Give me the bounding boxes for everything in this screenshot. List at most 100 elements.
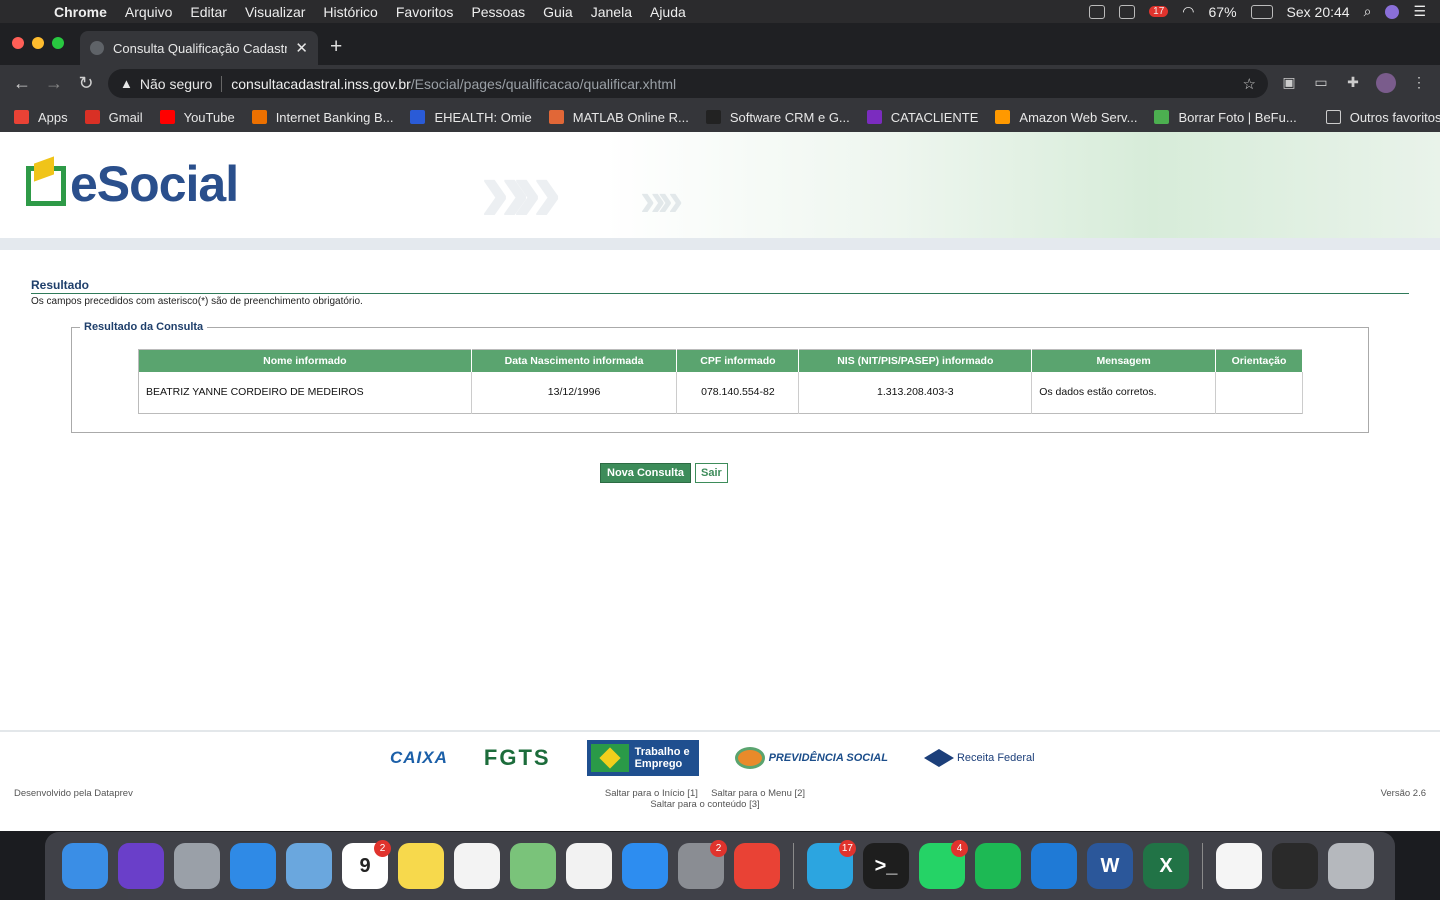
close-window-icon[interactable]: [12, 37, 24, 49]
url-path: /Esocial/pages/qualificacao/qualificar.x…: [410, 75, 677, 92]
cell-birthdate: 13/12/1996: [471, 371, 678, 414]
bookmark-item[interactable]: Software CRM e G...: [705, 110, 850, 125]
reload-icon[interactable]: ↻: [70, 73, 102, 94]
battery-percent[interactable]: 67%: [1209, 4, 1237, 20]
menu-view[interactable]: Visualizar: [236, 4, 314, 20]
macos-menu-bar: Chrome Arquivo Editar Visualizar Históri…: [0, 0, 1440, 23]
skip-content-link[interactable]: Saltar para o conteúdo [3]: [650, 799, 759, 810]
mte-logo[interactable]: Trabalho e Emprego: [586, 740, 699, 776]
dock-app-store-icon[interactable]: [617, 838, 673, 894]
esocial-logo-text: eSocial: [70, 156, 239, 212]
zoom-window-icon[interactable]: [52, 37, 64, 49]
menu-history[interactable]: Histórico: [314, 4, 386, 20]
menu-window[interactable]: Janela: [582, 4, 641, 20]
bookmark-item[interactable]: MATLAB Online R...: [548, 110, 689, 125]
bookmark-item[interactable]: Internet Banking B...: [251, 110, 393, 125]
creative-cloud-icon[interactable]: [1119, 4, 1136, 19]
dock-finder-icon[interactable]: [57, 838, 113, 894]
menu-people[interactable]: Pessoas: [462, 4, 534, 20]
address-bar[interactable]: ▲ Não seguro consultacadastral.inss.gov.…: [108, 69, 1268, 98]
folder-icon: [1325, 110, 1341, 124]
fgts-logo[interactable]: FGTS: [484, 745, 551, 771]
status-app-icon[interactable]: [1089, 4, 1106, 19]
cast-icon[interactable]: ▭: [1312, 74, 1330, 92]
brazil-flag-icon: [590, 744, 629, 772]
menu-tab[interactable]: Guia: [534, 4, 582, 20]
profile-avatar[interactable]: [1376, 73, 1396, 93]
bookmark-item[interactable]: EHEALTH: Omie: [410, 110, 532, 125]
dock-vscode-icon[interactable]: [1026, 838, 1082, 894]
dock-spotify-icon[interactable]: [970, 838, 1026, 894]
dock-app-icon: >_: [863, 843, 909, 889]
security-label[interactable]: Não seguro: [140, 76, 212, 92]
minimize-window-icon[interactable]: [32, 37, 44, 49]
spotlight-search-icon[interactable]: ⌕: [1364, 3, 1372, 20]
skip-start-link[interactable]: Saltar para o Início [1]: [605, 788, 698, 799]
wifi-icon[interactable]: ◠: [1182, 3, 1194, 20]
new-query-button[interactable]: Nova Consulta: [600, 463, 692, 483]
skip-links: Saltar para o Início [1] Saltar para o M…: [590, 788, 820, 810]
dock-pdf-document-icon[interactable]: [1211, 838, 1267, 894]
tab-close-icon[interactable]: ✕: [295, 39, 308, 57]
previdencia-logo[interactable]: PREVIDÊNCIA SOCIAL: [734, 747, 888, 769]
receita-federal-logo[interactable]: Receita Federal: [923, 749, 1035, 767]
chrome-menu-icon[interactable]: ⋮: [1410, 74, 1428, 92]
dock-word-icon[interactable]: W: [1082, 838, 1138, 894]
dock-terminal-icon[interactable]: >_: [858, 838, 914, 894]
bookmark-item[interactable]: Borrar Foto | BeFu...: [1154, 110, 1297, 125]
dock-mail-icon[interactable]: [281, 838, 337, 894]
dock-app-icon: [975, 843, 1021, 889]
bookmark-item[interactable]: Gmail: [84, 110, 143, 125]
menu-file[interactable]: Arquivo: [116, 4, 181, 20]
dock-excel-icon[interactable]: X: [1138, 838, 1194, 894]
dock-calendar-icon[interactable]: 92: [337, 838, 393, 894]
bookmark-item[interactable]: CATACLIENTE: [866, 110, 978, 125]
new-tab-button[interactable]: +: [330, 35, 342, 59]
bookmark-item[interactable]: YouTube: [159, 110, 235, 125]
dock-reminders-icon[interactable]: [449, 838, 505, 894]
result-section: Resultado Os campos precedidos com aster…: [31, 278, 1409, 307]
dock-whatsapp-icon[interactable]: 4: [914, 838, 970, 894]
section-title: Resultado: [31, 278, 1409, 294]
caixa-logo[interactable]: CAIXA: [390, 748, 448, 768]
menu-app-name[interactable]: Chrome: [54, 4, 116, 20]
siri-icon[interactable]: [1385, 4, 1400, 19]
dock-trash-icon[interactable]: [1323, 838, 1379, 894]
menu-bookmarks[interactable]: Favoritos: [387, 4, 463, 20]
dock-maps-icon[interactable]: [505, 838, 561, 894]
skip-menu-link[interactable]: Saltar para o Menu [2]: [711, 788, 805, 799]
browser-tab-active[interactable]: Consulta Qualificação Cadastral ✕: [80, 31, 318, 65]
receita-logo-text: Receita Federal: [956, 752, 1035, 764]
forward-icon[interactable]: →: [38, 73, 70, 94]
back-icon[interactable]: ←: [6, 73, 38, 94]
extension-icon[interactable]: ▣: [1280, 74, 1298, 92]
bookmark-star-icon[interactable]: ☆: [1243, 75, 1256, 93]
menu-help[interactable]: Ajuda: [641, 4, 695, 20]
exit-button[interactable]: Sair: [695, 463, 728, 483]
dock-terminal-window-icon[interactable]: [1267, 838, 1323, 894]
dock-photos-icon[interactable]: [561, 838, 617, 894]
esocial-logo[interactable]: eSocial: [26, 156, 239, 212]
dock-siri-icon[interactable]: [113, 838, 169, 894]
dock-notes-icon[interactable]: [393, 838, 449, 894]
dock-launchpad-icon[interactable]: [169, 838, 225, 894]
dock-chrome-icon[interactable]: [729, 838, 785, 894]
menu-edit[interactable]: Editar: [181, 4, 236, 20]
dock-safari-icon[interactable]: [225, 838, 281, 894]
dock-telegram-icon[interactable]: 17: [802, 838, 858, 894]
col-header-cpf: CPF informado: [676, 349, 800, 372]
notification-badge[interactable]: 17: [1149, 6, 1169, 17]
site-footer: CAIXA FGTS Trabalho e Emprego PREVIDÊNCI…: [0, 730, 1440, 831]
dock-app-icon: [230, 843, 276, 889]
bookmark-item[interactable]: Amazon Web Serv...: [995, 110, 1137, 125]
notification-center-icon[interactable]: ☰: [1413, 3, 1426, 20]
warning-icon[interactable]: ▲: [120, 76, 133, 91]
clock[interactable]: Sex 20:44: [1287, 4, 1350, 20]
bookmark-favicon-icon: [159, 110, 175, 124]
puzzle-extensions-icon[interactable]: ✚: [1344, 74, 1362, 92]
dock-system-preferences-icon[interactable]: 2: [673, 838, 729, 894]
other-bookmarks-folder[interactable]: Outros favoritos: [1325, 110, 1440, 125]
bookmark-item[interactable]: Apps: [14, 110, 68, 125]
battery-icon[interactable]: [1250, 4, 1273, 19]
dock-app-icon: [510, 843, 556, 889]
